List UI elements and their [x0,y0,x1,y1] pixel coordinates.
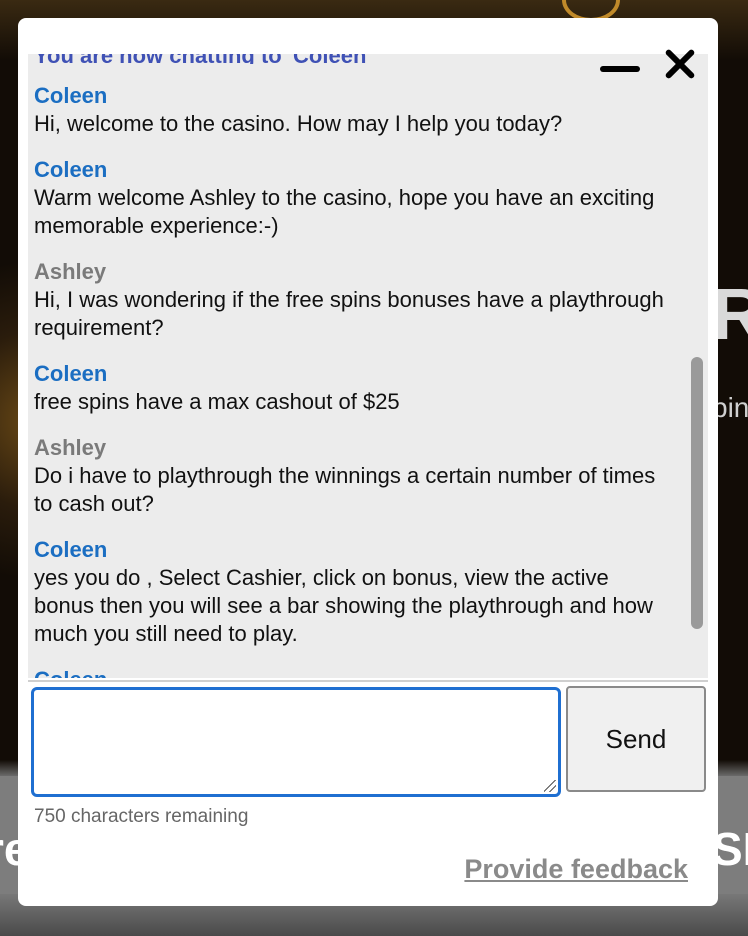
message-input[interactable] [31,687,561,797]
chat-message: Coleen Hi, welcome to the casino. How may… [34,82,674,138]
chat-message-sender: Coleen [34,537,108,562]
chat-message-sender: Ashley [34,259,107,284]
chat-message: Coleen Warm welcome Ashley to the casino,… [34,156,674,240]
chat-log[interactable]: You are now chatting to 'Coleen' Coleen H… [28,54,708,678]
chat-message: Coleen [34,666,674,678]
chat-message-text: Do i have to playthrough the winnings a … [34,463,656,516]
close-icon[interactable] [664,48,696,80]
chat-dialog: You are now chatting to 'Coleen' Coleen H… [18,18,718,906]
chat-message-sender: Ashley [34,435,107,460]
chat-message-sender: Coleen [34,666,674,678]
chat-message: Coleen free spins have a max cashout of $… [34,360,674,416]
chat-message-text: yes you do , Select Cashier, click on bo… [34,565,653,646]
send-button[interactable]: Send [566,686,706,792]
chat-message: Ashley Hi, I was wondering if the free sp… [34,258,674,342]
chat-message: Ashley Do i have to playthrough the winni… [34,434,674,518]
chat-message-text: Hi, welcome to the casino. How may I hel… [34,111,563,136]
chat-message-text: free spins have a max cashout of $25 [34,389,400,414]
chat-log-content: You are now chatting to 'Coleen' Coleen H… [34,54,674,678]
chat-message-sender: Coleen [34,157,108,182]
chat-status-text: You are now chatting to 'Coleen' [34,54,674,64]
window-controls [600,46,696,82]
provide-feedback-link[interactable]: Provide feedback [464,854,688,885]
chat-message-sender: Coleen [34,83,108,108]
chat-log-divider [28,680,708,682]
resize-grip-icon[interactable] [544,780,556,792]
characters-remaining-label: 750 characters remaining [34,806,249,827]
chat-message: Coleen yes you do , Select Cashier, click… [34,536,674,648]
chat-message-sender: Coleen [34,361,108,386]
minimize-icon[interactable] [600,66,640,72]
chat-message-text: Warm welcome Ashley to the casino, hope … [34,185,655,238]
chat-log-scrollbar[interactable] [691,357,703,629]
chat-message-text: Hi, I was wondering if the free spins bo… [34,287,664,340]
